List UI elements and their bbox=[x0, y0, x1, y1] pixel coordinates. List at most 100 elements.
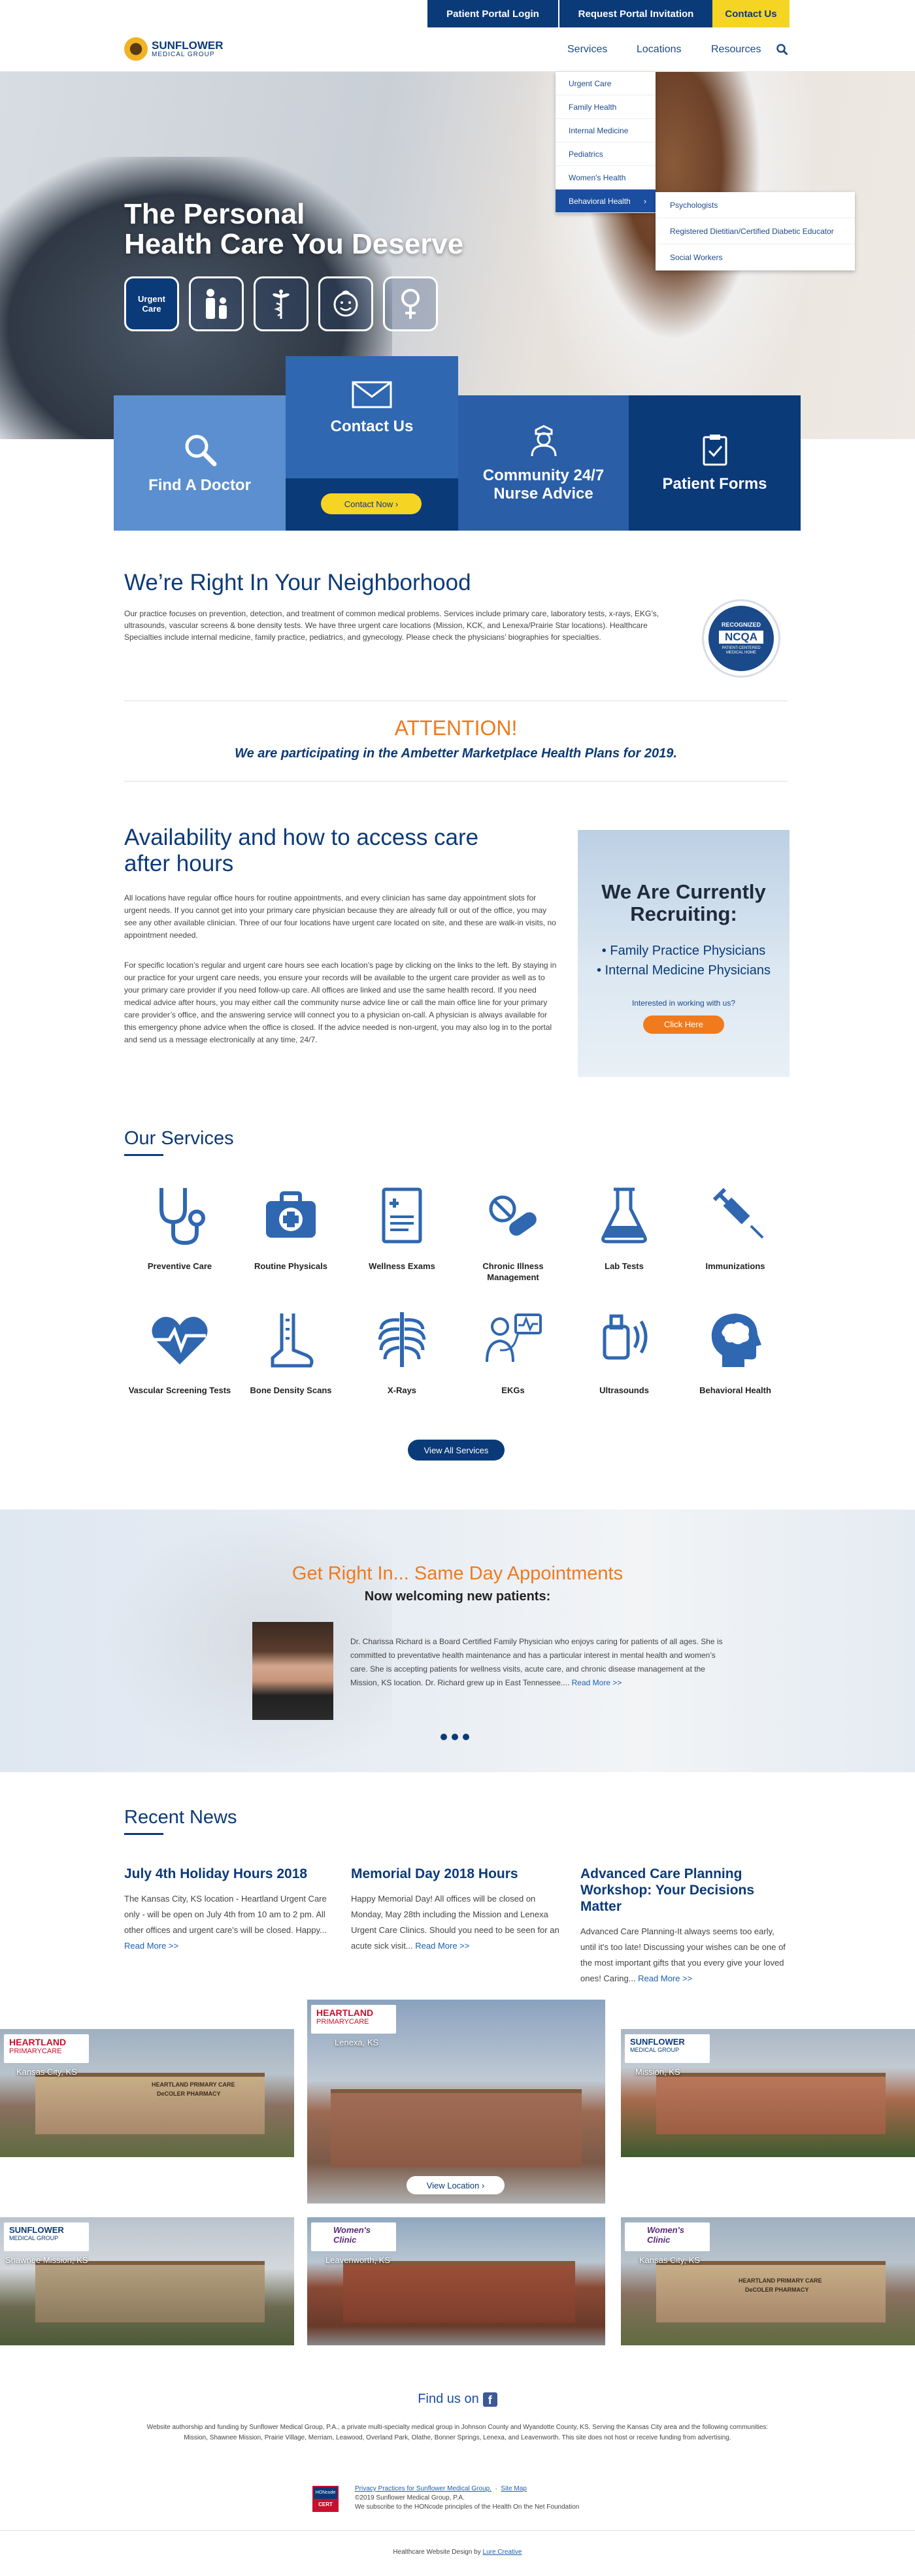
recruit-title-line1: We Are Currently bbox=[601, 880, 766, 903]
service-preventive-care[interactable]: Preventive Care bbox=[124, 1183, 235, 1272]
magnifier-icon bbox=[185, 435, 216, 466]
service-immunizations[interactable]: Immunizations bbox=[680, 1183, 791, 1272]
service-behavioral-health[interactable]: Behavioral Health bbox=[680, 1307, 791, 1396]
submenu-social-workers[interactable]: Social Workers bbox=[656, 244, 855, 271]
same-day-banner: Get Right In... Same Day Appointments No… bbox=[0, 1510, 915, 1772]
service-xrays[interactable]: X-Rays bbox=[346, 1307, 458, 1396]
service-vascular-screening[interactable]: Vascular Screening Tests bbox=[124, 1307, 235, 1396]
clipboard-report-icon bbox=[382, 1187, 422, 1244]
menu-item-family-health[interactable]: Family Health bbox=[556, 95, 656, 119]
ribcage-icon bbox=[378, 1312, 426, 1367]
location-card[interactable]: SUNFLOWER MEDICAL GROUP Mission, KS bbox=[621, 2029, 915, 2157]
find-us-on-facebook[interactable]: Find us on f bbox=[0, 2392, 915, 2407]
submenu-dietitian[interactable]: Registered Dietitian/Certified Diabetic … bbox=[656, 218, 855, 244]
news-item: Advanced Care Planning Workshop: Your Dec… bbox=[580, 1866, 790, 1987]
location-brand-logo: Women's Clinic bbox=[311, 2222, 396, 2251]
nurse-advice-tile[interactable]: Community 24/7 Nurse Advice bbox=[458, 395, 629, 531]
divider bbox=[124, 781, 788, 782]
nurse-icon bbox=[531, 424, 556, 456]
urgent-care-tile[interactable]: Urgent Care bbox=[124, 276, 179, 331]
read-more-link[interactable]: Read More >> bbox=[124, 1941, 178, 1951]
contact-us-tile[interactable]: Contact Us Contact Now › bbox=[286, 356, 458, 531]
service-chronic-illness[interactable]: Chronic Illness Management bbox=[458, 1183, 569, 1283]
read-more-link[interactable]: Read More >> bbox=[572, 1678, 622, 1687]
news-title[interactable]: Memorial Day 2018 Hours bbox=[351, 1866, 560, 1882]
child-face-icon[interactable] bbox=[318, 276, 373, 331]
service-ekgs[interactable]: EKGs bbox=[458, 1307, 569, 1396]
doctor-bio: Dr. Charissa Richard is a Board Certifie… bbox=[350, 1637, 723, 1687]
request-portal-invitation-button[interactable]: Request Portal Invitation bbox=[559, 0, 712, 27]
location-card[interactable]: Women's Clinic Leavenworth, KS bbox=[307, 2217, 605, 2345]
chevron-right-icon: › bbox=[482, 2180, 485, 2190]
news-title[interactable]: Advanced Care Planning Workshop: Your Dec… bbox=[580, 1866, 790, 1915]
logo-subtext: MEDICAL GROUP bbox=[152, 51, 215, 58]
privacy-practices-link[interactable]: Privacy Practices for Sunflower Medical … bbox=[355, 2485, 491, 2492]
female-symbol-icon[interactable] bbox=[383, 276, 438, 331]
behavioral-health-submenu: Psychologists Registered Dietitian/Certi… bbox=[656, 192, 855, 271]
family-icon[interactable] bbox=[189, 276, 244, 331]
sunflower-logo[interactable]: SUNFLOWER MEDICAL GROUP bbox=[124, 37, 224, 61]
carousel-dot[interactable] bbox=[452, 1734, 458, 1740]
nav-locations[interactable]: Locations bbox=[637, 27, 682, 72]
view-location-button[interactable]: View Location › bbox=[407, 2176, 505, 2194]
click-here-button[interactable]: Click Here bbox=[643, 1016, 724, 1034]
copyright: ©2019 Sunflower Medical Group, P.A. bbox=[355, 2494, 465, 2502]
read-more-link[interactable]: Read More >> bbox=[638, 1973, 692, 1983]
contact-us-button[interactable]: Contact Us bbox=[712, 0, 790, 27]
pills-icon bbox=[489, 1195, 537, 1236]
title-underline bbox=[124, 1154, 163, 1156]
nav-resources[interactable]: Resources bbox=[711, 27, 761, 72]
head-brain-icon bbox=[711, 1313, 761, 1367]
site-map-link[interactable]: Site Map bbox=[501, 2485, 526, 2492]
menu-item-urgent-care[interactable]: Urgent Care bbox=[556, 72, 656, 95]
building-photo bbox=[656, 2072, 886, 2134]
service-bone-density[interactable]: Bone Density Scans bbox=[235, 1307, 346, 1396]
chevron-right-icon: › bbox=[395, 499, 399, 509]
availability-paragraph-2: For specific location’s regular and urge… bbox=[124, 961, 557, 1044]
location-card[interactable]: SUNFLOWER MEDICAL GROUP Shawnee Mission, … bbox=[0, 2217, 294, 2345]
menu-item-pediatrics[interactable]: Pediatrics bbox=[556, 142, 656, 166]
availability-title: Availability and how to access care after… bbox=[124, 825, 479, 876]
building-sign: HEARTLAND PRIMARY CARE bbox=[152, 2081, 235, 2088]
patient-portal-login-button[interactable]: Patient Portal Login bbox=[427, 0, 558, 27]
search-icon[interactable] bbox=[776, 27, 788, 72]
honcode-badge[interactable]: HONcode CERT bbox=[312, 2486, 339, 2512]
view-all-services-button[interactable]: View All Services bbox=[408, 1440, 505, 1461]
service-lab-tests[interactable]: Lab Tests bbox=[569, 1183, 680, 1272]
location-card[interactable]: Women's Clinic Kansas City, KS HEARTLAND … bbox=[621, 2217, 915, 2345]
service-wellness-exams[interactable]: Wellness Exams bbox=[346, 1183, 458, 1272]
attention-text: We are participating in the Ambetter Mar… bbox=[235, 746, 677, 761]
ncqa-badge: RECOGNIZED NCQA PATIENT-CENTERED MEDICAL… bbox=[704, 601, 778, 676]
service-routine-physicals[interactable]: Routine Physicals bbox=[235, 1183, 346, 1272]
location-city: Shawnee Mission, KS bbox=[5, 2255, 88, 2265]
clipboard-icon bbox=[703, 434, 727, 465]
submenu-psychologists[interactable]: Psychologists bbox=[656, 192, 855, 218]
service-ultrasounds[interactable]: Ultrasounds bbox=[569, 1307, 680, 1396]
nav-services[interactable]: Services bbox=[567, 27, 607, 72]
news-item: Memorial Day 2018 Hours Happy Memorial D… bbox=[351, 1866, 560, 1954]
news-title[interactable]: July 4th Holiday Hours 2018 bbox=[124, 1866, 333, 1882]
site-footer: Find us on f Website authorship and fund… bbox=[0, 2392, 915, 2443]
menu-item-internal-medicine[interactable]: Internal Medicine bbox=[556, 119, 656, 142]
location-card[interactable]: HEARTLAND PRIMARYCARE Kansas City, KS HEA… bbox=[0, 2029, 294, 2157]
facebook-icon[interactable]: f bbox=[482, 2392, 497, 2407]
location-card[interactable]: HEARTLAND PRIMARYCARE Lenexa, KS View Loc… bbox=[307, 2000, 605, 2204]
patient-forms-tile[interactable]: Patient Forms bbox=[629, 395, 801, 531]
hon-statement: We subscribe to the HONcode principles o… bbox=[355, 2503, 580, 2511]
lure-creative-link[interactable]: Lure Creative bbox=[483, 2549, 522, 2556]
foot-bone-icon bbox=[271, 1313, 314, 1368]
chevron-right-icon: › bbox=[644, 197, 646, 206]
caduceus-icon[interactable] bbox=[254, 276, 308, 331]
menu-item-womens-health[interactable]: Women's Health bbox=[556, 166, 656, 190]
menu-item-behavioral-health[interactable]: Behavioral Health › bbox=[556, 190, 656, 213]
carousel-dot[interactable] bbox=[441, 1734, 447, 1740]
find-a-doctor-label: Find A Doctor bbox=[148, 476, 251, 494]
find-a-doctor-tile[interactable]: Find A Doctor bbox=[114, 395, 286, 531]
location-city: Kansas City, KS bbox=[639, 2255, 700, 2265]
carousel-dots[interactable] bbox=[441, 1734, 469, 1740]
ultrasound-probe-icon bbox=[603, 1314, 648, 1360]
background-photo bbox=[105, 1510, 392, 1772]
carousel-dot[interactable] bbox=[463, 1734, 469, 1740]
read-more-link[interactable]: Read More >> bbox=[415, 1941, 469, 1951]
contact-now-button[interactable]: Contact Now › bbox=[321, 493, 422, 514]
